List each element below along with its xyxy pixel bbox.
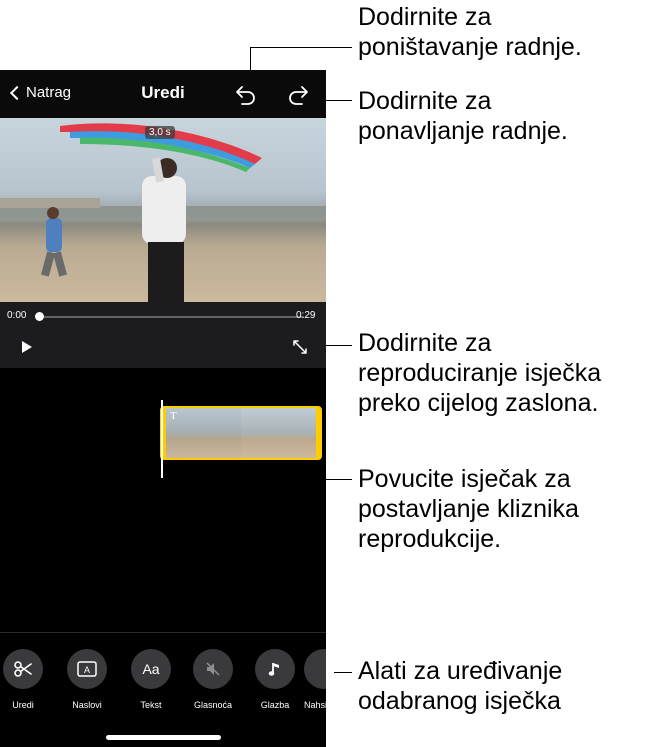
player-controls: 0:00 0:29	[0, 302, 326, 368]
callout-fullscreen-line1: Dodirnite za	[358, 329, 492, 357]
scrub-knob[interactable]	[35, 312, 44, 321]
scrub-bar[interactable]	[38, 316, 304, 318]
edit-toolbar: Uredi A Naslovi Aa Tekst Glasnoća Glazba…	[0, 632, 326, 747]
timeline[interactable]: T	[0, 368, 326, 632]
undo-icon[interactable]	[232, 82, 258, 108]
muted-speaker-icon	[193, 649, 233, 689]
callout-redo-line2: ponavljanje radnje.	[358, 117, 568, 145]
fullscreen-icon[interactable]	[291, 338, 309, 356]
tool-label: Tekst	[140, 700, 162, 710]
tool-volume[interactable]: Glasnoća	[188, 649, 238, 710]
tool-label: Uredi	[12, 700, 34, 710]
callout-undo: Dodirnite za poništavanje radnje.	[358, 2, 582, 62]
callout-tools: Alati za uređivanje odabranog isječka	[358, 656, 562, 716]
leader-undo-horizontal	[250, 47, 352, 48]
duration-badge: 3,0 s	[145, 126, 175, 139]
time-end: 0:29	[296, 310, 316, 321]
text-icon: Aa	[131, 649, 171, 689]
callout-drag-line1: Povucite isječak za	[358, 465, 571, 493]
music-note-icon	[255, 649, 295, 689]
tool-music[interactable]: Glazba	[250, 649, 300, 710]
titles-icon: A	[67, 649, 107, 689]
nav-bar: Natrag Uredi	[0, 70, 326, 118]
callout-fullscreen: Dodirnite za reproduciranje isječka prek…	[358, 328, 601, 418]
tool-label: Naslovi	[72, 700, 102, 710]
tool-label: Nahsi	[304, 700, 326, 710]
video-frame-illustration	[0, 123, 326, 302]
home-indicator	[106, 735, 221, 740]
clip-thumbnail-1	[166, 408, 241, 458]
phone-screen: Natrag Uredi 3,0 s 0:00 0:29 T Uredi A N…	[0, 70, 326, 747]
scissors-icon	[3, 649, 43, 689]
callout-drag-line2: postavljanje kliznika	[358, 495, 579, 523]
play-icon[interactable]	[22, 341, 32, 353]
clip-thumbnail-2	[241, 408, 316, 458]
page-title: Uredi	[141, 83, 185, 102]
callout-drag: Povucite isječak za postavljanje kliznik…	[358, 464, 579, 554]
callout-redo-line1: Dodirnite za	[358, 87, 492, 115]
tool-titles[interactable]: A Naslovi	[62, 649, 112, 710]
playhead[interactable]	[161, 400, 163, 478]
callout-tools-line2: odabranog isječka	[358, 687, 561, 715]
timeline-clip[interactable]: T	[160, 406, 322, 460]
svg-text:A: A	[84, 665, 90, 675]
more-icon	[304, 649, 326, 689]
tool-text[interactable]: Aa Tekst	[126, 649, 176, 710]
callout-redo: Dodirnite za ponavljanje radnje.	[358, 86, 568, 146]
redo-icon[interactable]	[286, 82, 312, 108]
callout-tools-line1: Alati za uređivanje	[358, 657, 563, 685]
callout-fullscreen-line2: reproduciranje isječka	[358, 359, 602, 387]
callout-undo-line2: poništavanje radnje.	[358, 33, 582, 61]
tool-label: Glasnoća	[193, 700, 233, 710]
time-start: 0:00	[7, 310, 27, 321]
callout-undo-line1: Dodirnite za	[358, 3, 492, 31]
text-overlay-icon: T	[170, 410, 177, 422]
tool-edit[interactable]: Uredi	[0, 649, 48, 710]
tool-more[interactable]: Nahsi	[304, 649, 326, 710]
leader-tools	[334, 672, 352, 673]
video-preview[interactable]: 3,0 s	[0, 118, 326, 302]
callout-drag-line3: reprodukcije.	[358, 525, 502, 553]
callout-fullscreen-line3: preko cijelog zaslona.	[358, 389, 599, 417]
tool-label: Glazba	[260, 700, 290, 710]
